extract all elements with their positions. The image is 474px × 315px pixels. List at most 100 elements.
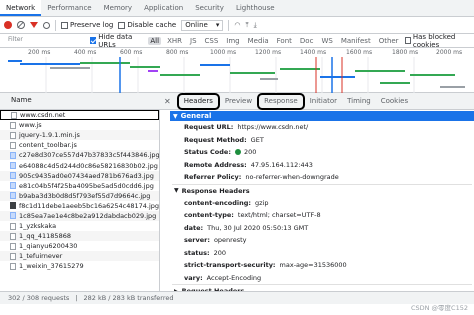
request-name: 1_qianyu6200430 <box>19 242 78 251</box>
request-row[interactable]: f8c1d11debe1aeeb5bc16a6254c48174.jpg <box>0 201 159 211</box>
request-name: jquery-1.9.1.min.js <box>19 131 80 140</box>
response-header-row: status: 200 <box>184 248 226 257</box>
filter-type-doc[interactable]: Doc <box>298 37 316 45</box>
filter-type-media[interactable]: Media <box>246 37 271 45</box>
request-count: 302 / 308 requests <box>8 294 70 302</box>
tab-security[interactable]: Security <box>189 0 230 16</box>
chevron-down-icon: ▾ <box>215 20 220 29</box>
checkbox-icon[interactable] <box>118 21 126 29</box>
filter-type-js[interactable]: JS <box>188 37 199 45</box>
tab-headers[interactable]: Headers <box>176 93 220 110</box>
triangle-down-icon: ▼ <box>174 187 179 194</box>
general-row: Request Method: GET <box>184 135 264 144</box>
filter-type-xhr[interactable]: XHR <box>165 37 184 45</box>
filter-input[interactable]: Filter <box>8 36 86 46</box>
waterfall-overview-svg <box>8 57 465 93</box>
checkbox-icon[interactable] <box>61 21 68 29</box>
response-headers-section[interactable]: ▼ Response Headers <box>172 183 472 197</box>
request-row[interactable]: jquery-1.9.1.min.js <box>0 130 159 141</box>
detail-tab-bar: ✕ Headers Preview Response Initiator Tim… <box>160 93 474 110</box>
divider <box>228 19 230 31</box>
request-row[interactable]: b9aba3d3b0d8d5f793ef55d7d9664c.jpg <box>0 190 159 201</box>
status-bar: 302 / 308 requests | 282 kB / 283 kB tra… <box>0 291 474 304</box>
response-header-row: vary: Accept-Encoding <box>184 273 262 282</box>
wifi-icon[interactable]: ◠ <box>234 21 240 29</box>
export-icon[interactable]: ⤓ <box>254 21 257 30</box>
request-row[interactable]: 905c9435ad0e07434aed781b676ad3.jpg <box>0 170 159 181</box>
request-row[interactable]: www.js <box>0 120 159 130</box>
devtools-tab-bar: Network Performance Memory Application S… <box>0 0 474 17</box>
image-icon <box>10 182 16 190</box>
tab-network[interactable]: Network <box>0 0 42 16</box>
request-row[interactable]: content_toolbar.js <box>0 140 159 150</box>
request-name: 1_qq_41185868 <box>19 232 71 241</box>
divider <box>55 19 56 31</box>
filter-type-manifest[interactable]: Manifest <box>339 37 373 45</box>
request-name: content_toolbar.js <box>19 141 77 150</box>
network-toolbar: Preserve log Disable cache Online ▾ ◠ ⤒ ⤓ <box>0 17 474 34</box>
request-name: b9aba3d3b0d8d5f793ef55d7d9664c.jpg <box>19 191 151 200</box>
throttle-select[interactable]: Online ▾ <box>181 19 224 31</box>
request-name: www.js <box>19 121 42 130</box>
document-icon <box>10 141 16 149</box>
clear-icon[interactable] <box>17 21 25 29</box>
tab-initiator[interactable]: Initiator <box>305 95 342 108</box>
request-row[interactable]: www.csdn.net <box>0 110 159 121</box>
name-column-header[interactable]: Name <box>11 96 32 104</box>
filter-type-css[interactable]: CSS <box>203 37 221 45</box>
checkbox-icon[interactable] <box>90 37 97 44</box>
request-row[interactable]: 1_weixin_37615279 <box>0 261 159 271</box>
tab-memory[interactable]: Memory <box>98 0 138 16</box>
disable-cache-checkbox[interactable]: Disable cache <box>118 21 176 29</box>
response-header-row: date: Thu, 30 Jul 2020 05:50:13 GMT <box>184 223 309 232</box>
tab-lighthouse[interactable]: Lighthouse <box>230 0 281 16</box>
request-row[interactable]: 1c85ea7ae1e4c8be2a912dabdacb029.jpg <box>0 210 159 222</box>
image-icon <box>10 202 16 210</box>
search-icon[interactable] <box>43 21 50 29</box>
request-row[interactable]: e81c04b5f4f25ba4095be5ad5d0cdd6.jpg <box>0 181 159 191</box>
document-icon <box>10 262 16 270</box>
timeline-overview[interactable]: 200 ms 400 ms 600 ms 800 ms 1000 ms 1200… <box>0 48 474 93</box>
image-icon <box>10 172 16 180</box>
headers-detail: Request URL: https://www.csdn.net/ Reques… <box>172 121 472 295</box>
filter-type-font[interactable]: Font <box>275 37 294 45</box>
transferred-size: 282 kB / 283 kB transferred <box>83 294 174 302</box>
checkbox-icon[interactable] <box>404 37 411 44</box>
tab-performance[interactable]: Performance <box>41 0 97 16</box>
preserve-log-checkbox[interactable]: Preserve log <box>61 21 113 29</box>
tab-application[interactable]: Application <box>138 0 189 16</box>
has-blocked-cookies-checkbox[interactable]: Has blocked cookies <box>404 33 474 49</box>
filter-type-other[interactable]: Other <box>377 37 401 45</box>
tab-preview[interactable]: Preview <box>220 95 257 108</box>
request-name: 1c85ea7ae1e4c8be2a912dabdacb029.jpg <box>19 211 157 220</box>
request-list: www.csdn.net www.js jquery-1.9.1.min.js con… <box>0 110 160 291</box>
general-section-header[interactable]: ▼ General <box>170 111 474 121</box>
request-row[interactable]: c27e8d307ce557d47b37833c5f443846.jpg <box>0 150 159 161</box>
filter-icon[interactable] <box>30 22 38 28</box>
filter-type-ws[interactable]: WS <box>319 37 334 45</box>
document-icon <box>10 252 16 260</box>
import-icon[interactable]: ⤒ <box>245 21 248 30</box>
request-row[interactable]: e64088c4d5d244d0c86e58216830b02.jpg <box>0 160 159 170</box>
request-row[interactable]: 1_tefuirnever <box>0 251 159 262</box>
tab-timing[interactable]: Timing <box>342 95 376 108</box>
filter-type-all[interactable]: All <box>148 36 162 45</box>
request-row[interactable]: 1_qianyu6200430 <box>0 241 159 251</box>
request-name: 1_yzkskaka <box>19 222 57 231</box>
request-row[interactable]: 1_qq_41185868 <box>0 231 159 242</box>
filter-type-img[interactable]: Img <box>224 37 241 45</box>
document-icon <box>10 242 16 250</box>
record-icon[interactable] <box>4 21 12 29</box>
watermark-text: CSDN @零度C152 <box>410 304 468 312</box>
request-name: 1_weixin_37615279 <box>19 262 84 271</box>
general-row: Request URL: https://www.csdn.net/ <box>184 123 309 132</box>
hide-data-urls-checkbox[interactable]: Hide data URLs <box>90 33 144 49</box>
close-icon[interactable]: ✕ <box>164 97 171 106</box>
image-icon <box>10 162 16 170</box>
request-row[interactable]: 1_yzkskaka <box>0 221 159 231</box>
general-row: Referrer Policy: no-referrer-when-downgra… <box>184 173 339 182</box>
status-ok-icon <box>234 149 241 156</box>
document-icon <box>10 121 16 129</box>
tab-response[interactable]: Response <box>257 93 305 110</box>
tab-cookies[interactable]: Cookies <box>376 95 413 108</box>
